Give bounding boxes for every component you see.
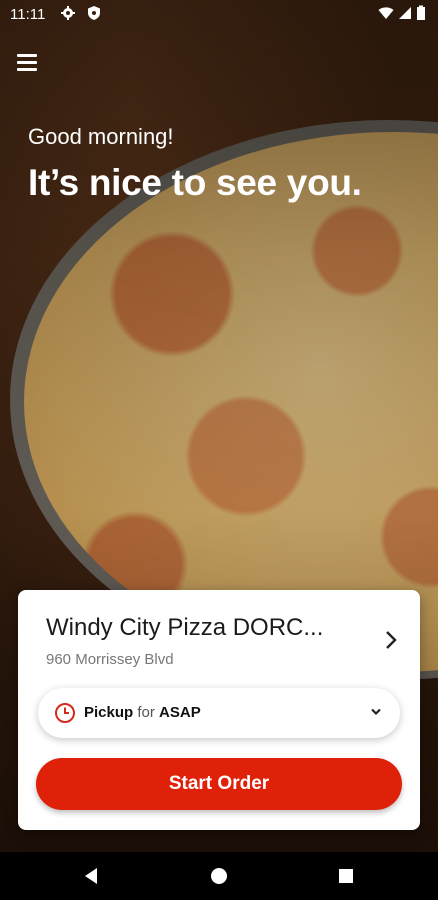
chevron-down-icon	[371, 708, 381, 716]
settings-gear-icon	[61, 6, 75, 20]
hamburger-menu-icon[interactable]	[14, 50, 42, 76]
shield-icon	[88, 6, 100, 20]
battery-icon	[417, 5, 425, 20]
back-triangle-icon[interactable]	[82, 866, 102, 886]
pickup-time-dropdown[interactable]: Pickup for ASAP	[38, 688, 400, 738]
system-navigation-bar	[0, 852, 438, 900]
chevron-right-icon	[386, 631, 397, 649]
store-name: Windy City Pizza DORC...	[46, 614, 324, 641]
clock-icon	[55, 703, 75, 723]
home-circle-icon[interactable]	[209, 866, 229, 886]
recents-square-icon[interactable]	[336, 866, 356, 886]
pickup-mode: Pickup	[84, 704, 134, 721]
order-card: Windy City Pizza DORC... 960 Morrissey B…	[18, 590, 420, 830]
status-time: 11:11	[10, 6, 46, 23]
cellular-signal-icon	[399, 7, 411, 19]
status-bar: 11:11	[0, 0, 438, 30]
store-address: 960 Morrissey Blvd	[46, 651, 174, 668]
store-selector[interactable]: Windy City Pizza DORC... 960 Morrissey B…	[18, 590, 420, 680]
start-order-button[interactable]: Start Order	[36, 758, 402, 810]
wifi-icon	[378, 7, 394, 19]
greeting-text: Good morning!	[28, 124, 174, 149]
pickup-summary: Pickup for ASAP	[84, 704, 201, 721]
headline-text: It’s nice to see you.	[28, 162, 362, 203]
pickup-connector: for	[137, 704, 155, 721]
pickup-time: ASAP	[159, 704, 201, 721]
